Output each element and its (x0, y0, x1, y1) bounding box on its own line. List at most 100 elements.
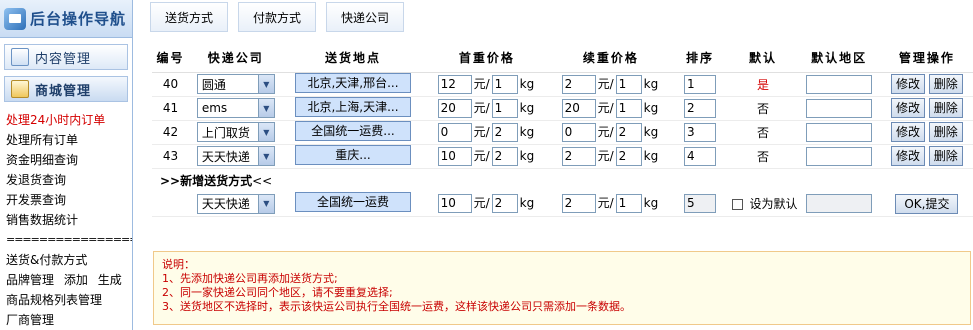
first-price-input[interactable]: 20 (437, 98, 472, 118)
table-row: 41 ems ▼ 北京,上海,天津... 20 元/1 kg 20 元/1 kg 2 否修改 删除 (152, 96, 973, 121)
next-price-input[interactable]: 2 (561, 146, 596, 166)
company-value: 上门取货 (201, 125, 250, 140)
next-weight-input[interactable]: 2 (615, 122, 642, 142)
unit-yuan: 元/ (597, 148, 614, 163)
notice-title: 说明： (162, 258, 195, 271)
default-area-input[interactable] (806, 74, 873, 94)
default-area-input[interactable] (806, 122, 873, 142)
sidebar: 后台操作导航 内容管理 商城管理 处理24小时内订单 处理所有订单 资金明细查询… (0, 0, 133, 330)
area-button[interactable]: 全国统一运费... (295, 120, 411, 141)
next-weight-input[interactable]: 1 (615, 98, 642, 118)
first-weight-input[interactable]: 1 (491, 74, 518, 94)
chevron-down-icon: ▼ (257, 194, 274, 213)
link-invoice-query[interactable]: 开发票查询 (6, 190, 132, 210)
area-button[interactable]: 北京,天津,邢台... (295, 72, 411, 93)
order-input[interactable]: 2 (683, 98, 716, 118)
order-input[interactable]: 3 (683, 122, 716, 142)
first-weight-input[interactable]: 2 (491, 146, 518, 166)
col-first-price: 首重价格 (423, 44, 551, 73)
link-brand-mgmt[interactable]: 品牌管理 (6, 273, 54, 287)
area-button[interactable]: 重庆... (295, 144, 411, 165)
tab-shipping-method[interactable]: 送货方式 (150, 2, 229, 32)
link-ship-pay[interactable]: 送货&付款方式 (6, 250, 132, 270)
link-funds[interactable]: 资金明细查询 (6, 150, 132, 170)
edit-button[interactable]: 修改 (890, 74, 925, 94)
menu-group-shop[interactable]: 商城管理 (4, 76, 128, 102)
new-next-price-input[interactable]: 2 (561, 194, 596, 214)
col-default-area: 默认地区 (797, 44, 881, 73)
company-select[interactable]: 上门取货 ▼ (196, 122, 275, 142)
set-default-label: 设为默认 (749, 197, 798, 212)
tab-payment-method[interactable]: 付款方式 (238, 2, 317, 32)
first-weight-input[interactable]: 1 (491, 98, 518, 118)
row-default-area-cell (797, 72, 881, 97)
next-price-input[interactable]: 20 (561, 98, 596, 118)
edit-button[interactable]: 修改 (890, 146, 925, 166)
first-price-input[interactable]: 0 (437, 122, 472, 142)
new-default-area-input[interactable] (806, 194, 873, 214)
edit-button[interactable]: 修改 (890, 122, 925, 142)
link-brand-generate[interactable]: 生成 (98, 273, 122, 287)
row-order-cell: 1 (671, 72, 729, 97)
company-value: 天天快递 (201, 149, 250, 164)
new-next-weight-input[interactable]: 1 (615, 194, 642, 214)
new-company-select[interactable]: 天天快递 ▼ (196, 193, 275, 214)
next-price-input[interactable]: 2 (561, 74, 596, 94)
row-default: 否 (728, 96, 798, 121)
row-id: 43 (152, 144, 190, 169)
row-first-cell: 20 元/1 kg (423, 96, 551, 121)
link-all-orders[interactable]: 处理所有订单 (6, 130, 132, 150)
unit-kg: kg (643, 100, 659, 115)
link-spec-list[interactable]: 商品规格列表管理 (6, 290, 132, 310)
tab-courier-company[interactable]: 快递公司 (326, 2, 405, 32)
link-orders-24h[interactable]: 处理24小时内订单 (6, 110, 132, 130)
row-ops-cell: 修改 删除 (880, 120, 973, 145)
submit-button[interactable]: OK,提交 (895, 193, 959, 214)
next-weight-input[interactable]: 2 (615, 146, 642, 166)
first-price-input[interactable]: 12 (437, 74, 472, 94)
new-row-ops-cell: OK,提交 (880, 192, 973, 217)
link-shipping-query[interactable]: 发退货查询 (6, 170, 132, 190)
delete-button[interactable]: 删除 (928, 98, 963, 118)
row-next-cell: 20 元/1 kg (550, 96, 672, 121)
first-price-input[interactable]: 10 (437, 146, 472, 166)
default-area-input[interactable] (806, 146, 873, 166)
row-order-cell: 2 (671, 96, 729, 121)
menu-group-content[interactable]: 内容管理 (4, 44, 128, 70)
unit-yuan: 元/ (597, 196, 614, 211)
delete-button[interactable]: 删除 (928, 74, 963, 94)
new-first-weight-input[interactable]: 2 (491, 194, 518, 214)
default-area-input[interactable] (806, 98, 873, 118)
link-sales-stats[interactable]: 销售数据统计 (6, 210, 132, 230)
delete-button[interactable]: 删除 (928, 122, 963, 142)
link-brand-add[interactable]: 添加 (64, 273, 88, 287)
link-vendor[interactable]: 厂商管理 (6, 310, 132, 330)
chevron-down-icon: ▼ (257, 123, 274, 141)
col-company: 快递公司 (189, 44, 283, 73)
company-select[interactable]: 天天快递 ▼ (196, 146, 275, 166)
edit-button[interactable]: 修改 (890, 98, 925, 118)
order-input[interactable]: 1 (683, 74, 716, 94)
new-area-button[interactable]: 全国统一运费 (295, 192, 411, 213)
new-order-input[interactable]: 5 (683, 194, 716, 214)
company-select[interactable]: 圆通 ▼ (196, 74, 275, 94)
next-price-input[interactable]: 0 (561, 122, 596, 142)
first-weight-input[interactable]: 2 (491, 122, 518, 142)
unit-kg: kg (519, 148, 535, 163)
new-row-default-cell: 设为默认 (728, 192, 798, 217)
order-input[interactable]: 4 (683, 146, 716, 166)
company-select[interactable]: ems ▼ (196, 98, 275, 118)
row-company-cell: 上门取货 ▼ (189, 120, 283, 145)
set-default-checkbox[interactable] (732, 199, 744, 211)
unit-kg: kg (519, 100, 535, 115)
new-section-title: >>新增送货方式<< (152, 168, 973, 192)
table-header-row: 编号 快递公司 送货地点 首重价格 续重价格 排序 默认 默认地区 管理操作 (152, 44, 973, 73)
area-button[interactable]: 北京,上海,天津... (295, 96, 411, 117)
company-value: ems (201, 101, 228, 115)
next-weight-input[interactable]: 1 (615, 74, 642, 94)
sidebar-separator: ====================== (6, 233, 132, 246)
delete-button[interactable]: 删除 (928, 146, 963, 166)
new-first-price-input[interactable]: 10 (437, 194, 472, 214)
new-section-row: >>新增送货方式<< (152, 168, 973, 192)
new-row-order-cell: 5 (671, 192, 729, 217)
